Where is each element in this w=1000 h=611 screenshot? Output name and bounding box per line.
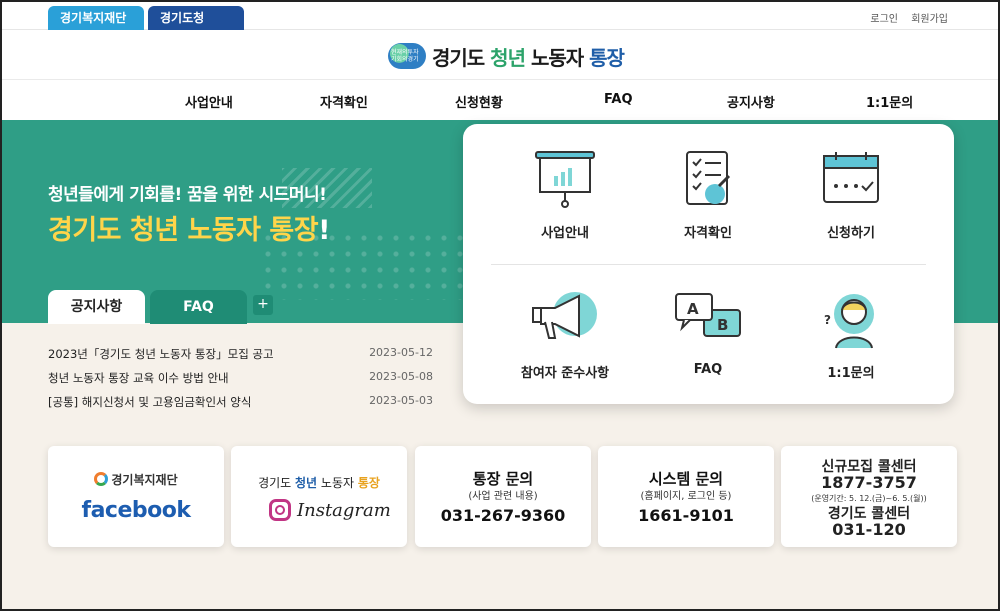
quick-apply[interactable]: 신청하기 [776,150,926,241]
facebook-wordmark: facebook [81,498,192,523]
quick-menu-panel: 사업안내 자격확인 신청하기 참여자 준수사항 B A FAQ ? 1:1문의 [463,124,954,404]
site-logo[interactable]: 현재의투자 기회의경기 경기도 청년 노동자 통장 [388,42,625,70]
foundation-logo-icon [94,472,109,486]
notice-date: 2023-05-03 [369,394,433,407]
signup-link[interactable]: 회원가입 [911,14,948,25]
quick-label: 사업안내 [541,226,589,241]
tab-notice[interactable]: 공지사항 [48,290,145,324]
quick-label: 자격확인 [684,226,732,241]
tab-gyeonggi-province[interactable]: 경기도청 [148,6,244,30]
top-bar: 경기복지재단 경기도청 로그인 회원가입 [0,0,1000,30]
divider [491,264,926,265]
facebook-card[interactable]: 경기복지재단 facebook [48,446,224,547]
hero-subtitle: 청년들에게 기회를! 꿈을 위한 시드머니! [48,185,327,205]
notice-date: 2023-05-12 [369,346,433,359]
quick-faq[interactable]: B A FAQ [633,290,783,377]
phone-number: 1661-9101 [638,506,734,525]
bank-inquiry-card[interactable]: 통장 문의 (사업 관련 내용) 031-267-9360 [415,446,591,547]
svg-text:A: A [687,300,699,318]
notice-title[interactable]: 2023년「경기도 청년 노동자 통장」모집 공고 [48,346,274,362]
nav-notice[interactable]: 공지사항 [727,92,775,111]
calendar-check-icon [823,152,879,203]
call-center-card[interactable]: 신규모집 콜센터 1877-3757 (운영기간: 5. 12.(금)~6. 5… [781,446,957,547]
svg-text:B: B [717,316,728,334]
support-agent-icon: ? [824,294,874,349]
foundation-label: 경기복지재단 [48,471,224,488]
quick-inquiry[interactable]: ? 1:1문의 [776,290,926,381]
quick-participant-rules[interactable]: 참여자 준수사항 [490,290,640,381]
instagram-icon [269,499,291,521]
hero-title: 경기도 청년 노동자 통장! [48,215,330,246]
list-item[interactable]: [공통] 해지신청서 및 고용임금확인서 양식 2023-05-03 [48,392,433,416]
more-button[interactable]: + [253,295,273,315]
list-item[interactable]: 청년 노동자 통장 교육 이수 방법 안내 2023-05-08 [48,368,433,392]
top-links: 로그인 회원가입 [860,10,948,25]
nav-eligibility[interactable]: 자격확인 [320,92,368,111]
quick-label: FAQ [693,362,723,377]
logo-text: 경기도 청년 노동자 통장 [432,45,625,70]
quick-label: 1:1문의 [827,366,875,381]
presentation-board-icon [535,151,595,208]
card-title: 통장 문의 [472,470,534,488]
logo-badge-icon: 현재의투자 기회의경기 [388,43,426,69]
notice-title[interactable]: [공통] 해지신청서 및 고용임금확인서 양식 [48,394,251,410]
ab-speech-bubbles-icon: B A [675,293,741,337]
login-link[interactable]: 로그인 [870,14,898,25]
list-item[interactable]: 2023년「경기도 청년 노동자 통장」모집 공고 2023-05-12 [48,344,433,368]
checklist-icon [686,151,731,205]
quick-business-info[interactable]: 사업안내 [490,150,640,241]
instagram-wordmark: Instagram [297,499,391,521]
instagram-caption: 경기도 청년 노동자 통장 [258,476,380,490]
svg-text:?: ? [824,313,831,327]
main-nav: 사업안내 자격확인 신청현황 FAQ 공지사항 1:1문의 [0,80,1000,120]
instagram-card[interactable]: 경기도 청년 노동자 통장 Instagram [231,446,407,547]
nav-business-info[interactable]: 사업안내 [185,92,233,111]
header: 현재의투자 기회의경기 경기도 청년 노동자 통장 [0,30,1000,80]
system-inquiry-card[interactable]: 시스템 문의 (홈페이지, 로그인 등) 1661-9101 [598,446,774,547]
phone-number: 1877-3757 [821,473,917,492]
quick-eligibility[interactable]: 자격확인 [633,150,783,241]
nav-application-status[interactable]: 신청현황 [455,92,503,111]
instagram-row: Instagram [269,499,391,521]
notice-date: 2023-05-08 [369,370,433,383]
quick-label: 참여자 준수사항 [520,366,610,381]
megaphone-icon [532,292,597,339]
nav-inquiry[interactable]: 1:1문의 [866,92,913,111]
phone-number: 031-267-9360 [440,506,566,525]
quick-label: 신청하기 [827,226,875,241]
notice-list: 2023년「경기도 청년 노동자 통장」모집 공고 2023-05-12 청년 … [48,344,433,416]
card-subtitle: (홈페이지, 로그인 등) [640,491,732,502]
card-title: 시스템 문의 [648,470,724,488]
tab-faq[interactable]: FAQ [150,290,247,324]
phone-number: 031-120 [832,520,906,539]
tab-gyeonggi-welfare[interactable]: 경기복지재단 [48,6,144,30]
card-subtitle: (사업 관련 내용) [468,491,538,502]
nav-faq[interactable]: FAQ [604,92,633,107]
notice-title[interactable]: 청년 노동자 통장 교육 이수 방법 안내 [48,370,229,386]
